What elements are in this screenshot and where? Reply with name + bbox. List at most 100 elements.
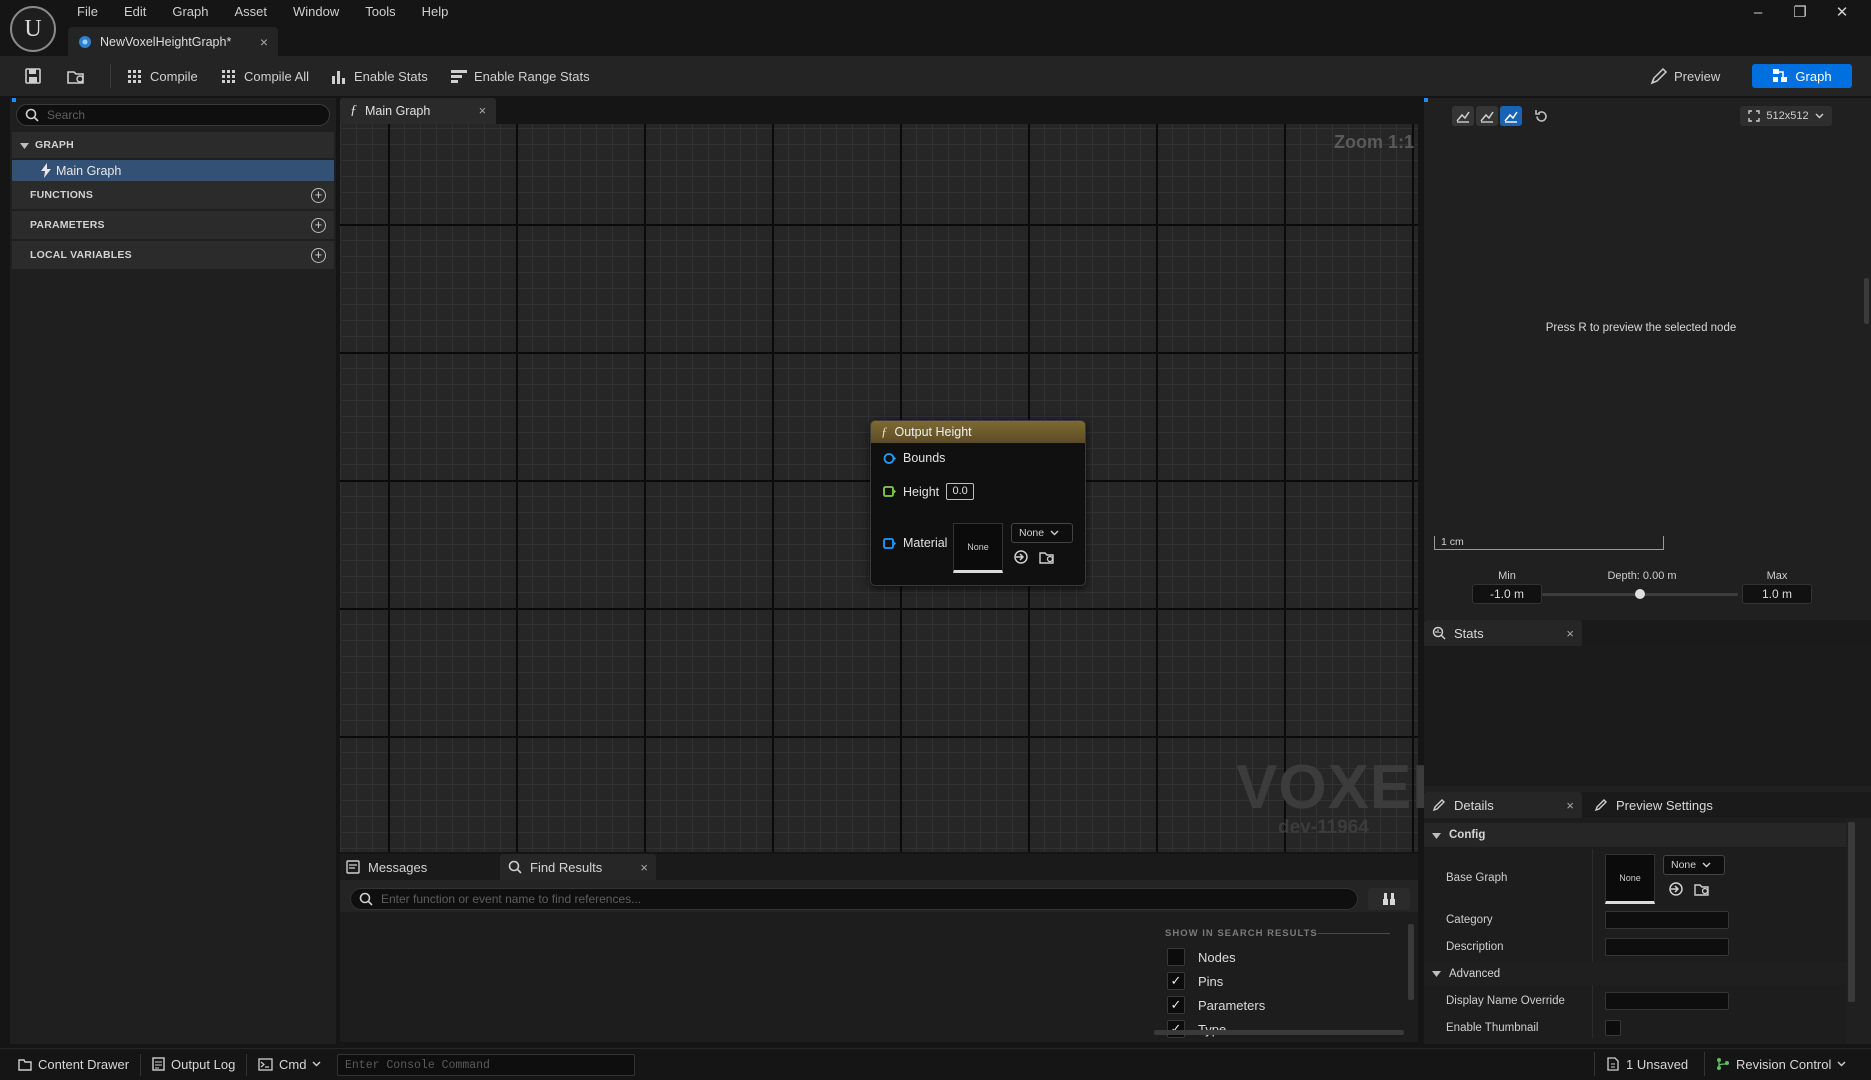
filter-parameters[interactable]: ✓ Parameters [1167, 996, 1265, 1014]
compile-button[interactable]: Compile [126, 56, 198, 96]
resolution-dropdown[interactable]: 512x512 [1740, 106, 1832, 126]
display-name-override-field[interactable] [1605, 992, 1729, 1010]
menu-edit[interactable]: Edit [111, 0, 159, 24]
graph-item-main-graph[interactable]: Main Graph [12, 160, 334, 181]
functions-section-header[interactable]: FUNCTIONS + [12, 181, 334, 209]
save-button[interactable] [24, 56, 42, 96]
members-search[interactable] [16, 104, 330, 126]
search-icon [508, 860, 522, 874]
depth-slider-handle[interactable] [1635, 589, 1645, 599]
reset-view-button[interactable] [1530, 106, 1552, 126]
menu-window[interactable]: Window [280, 0, 352, 24]
description-field[interactable] [1605, 938, 1729, 956]
menu-asset[interactable]: Asset [222, 0, 281, 24]
enable-range-stats-button[interactable]: Enable Range Stats [450, 56, 590, 96]
pin-bounds[interactable]: Bounds [883, 451, 945, 465]
menu-graph[interactable]: Graph [159, 0, 221, 24]
add-local-variable-icon[interactable]: + [311, 248, 326, 263]
close-tab-icon[interactable]: × [260, 34, 268, 50]
close-tab-icon[interactable]: × [479, 104, 486, 118]
add-parameter-icon[interactable]: + [311, 218, 326, 233]
material-thumbnail[interactable]: None [953, 523, 1003, 573]
graph-mode-button[interactable]: Graph [1752, 64, 1852, 88]
menu-tools[interactable]: Tools [352, 0, 408, 24]
graph-section-header[interactable]: GRAPH [12, 132, 334, 158]
console-command-field[interactable] [337, 1054, 635, 1076]
close-window-button[interactable]: ✕ [1822, 2, 1862, 24]
menu-help[interactable]: Help [409, 0, 462, 24]
document-tab[interactable]: NewVoxelHeightGraph* × [68, 27, 278, 56]
tab-details[interactable]: Details × [1424, 792, 1582, 818]
local-variables-section-header[interactable]: LOCAL VARIABLES + [12, 241, 334, 269]
height-pin-icon[interactable] [883, 485, 896, 498]
restore-button[interactable]: ❐ [1780, 2, 1820, 24]
type-checkbox[interactable]: ✓ [1167, 1020, 1185, 1038]
content-drawer-button[interactable]: Content Drawer [18, 1050, 129, 1078]
use-selected-icon[interactable] [1013, 549, 1029, 565]
parameters-section-header[interactable]: PARAMETERS + [12, 211, 334, 239]
find-in-all-button[interactable] [1368, 888, 1410, 910]
unsaved-button[interactable]: 1 Unsaved [1606, 1050, 1688, 1078]
node-header[interactable]: ƒ Output Height [871, 421, 1085, 443]
material-pin-icon[interactable] [883, 537, 896, 550]
output-log-button[interactable]: Output Log [152, 1050, 235, 1078]
status-divider [1704, 1052, 1705, 1076]
options-horizontal-scrollbar[interactable] [1154, 1030, 1404, 1035]
cmd-dropdown[interactable]: Cmd [258, 1050, 321, 1078]
window-scrollbar[interactable] [1864, 278, 1869, 324]
compile-all-button[interactable]: Compile All [220, 56, 309, 96]
members-search-input[interactable] [47, 108, 307, 122]
height-value-field[interactable]: 0.0 [946, 483, 974, 500]
filter-nodes[interactable]: Nodes [1167, 948, 1236, 966]
add-function-icon[interactable]: + [311, 188, 326, 203]
config-category[interactable]: Config [1424, 823, 1846, 847]
max-value-field[interactable]: 1.0 m [1742, 584, 1812, 604]
close-tab-icon[interactable]: × [1566, 626, 1574, 641]
parameters-checkbox[interactable]: ✓ [1167, 996, 1185, 1014]
base-graph-thumbnail[interactable]: None [1605, 854, 1655, 904]
tab-preview-settings[interactable]: Preview Settings [1586, 792, 1736, 818]
view-mode-button-1[interactable] [1452, 106, 1474, 126]
options-scrollbar[interactable] [1408, 924, 1414, 1000]
bounds-pin-icon[interactable] [883, 452, 896, 465]
status-divider [246, 1054, 247, 1076]
unreal-logo[interactable]: U [10, 6, 56, 52]
document-tab-label: NewVoxelHeightGraph* [100, 35, 231, 49]
enable-thumbnail-label: Enable Thumbnail [1446, 1022, 1539, 1034]
filter-type[interactable]: ✓ Type [1167, 1020, 1226, 1038]
browse-asset-button[interactable] [66, 56, 86, 96]
find-references-search[interactable] [350, 888, 1358, 910]
revision-control-button[interactable]: Revision Control [1716, 1050, 1846, 1078]
pin-material[interactable]: Material [883, 536, 947, 550]
find-references-input[interactable] [381, 892, 1331, 906]
base-graph-dropdown[interactable]: None [1663, 855, 1725, 875]
material-asset-dropdown[interactable]: None [1011, 523, 1073, 543]
use-selected-icon[interactable] [1668, 881, 1684, 897]
close-tab-icon[interactable]: × [640, 860, 648, 875]
tab-messages[interactable]: Messages [346, 854, 496, 880]
pins-checkbox[interactable]: ✓ [1167, 972, 1185, 990]
advanced-category[interactable]: Advanced [1424, 962, 1846, 985]
category-field[interactable] [1605, 911, 1729, 929]
enable-thumbnail-checkbox[interactable] [1605, 1020, 1621, 1036]
minimize-button[interactable]: – [1738, 2, 1778, 24]
view-mode-button-2[interactable] [1476, 106, 1498, 126]
browse-asset-icon[interactable] [1039, 549, 1055, 565]
details-scrollbar[interactable] [1848, 822, 1855, 1002]
min-value-field[interactable]: -1.0 m [1472, 584, 1542, 604]
filter-pins[interactable]: ✓ Pins [1167, 972, 1223, 990]
preview-button[interactable]: Preview [1650, 56, 1720, 96]
output-height-node[interactable]: ƒ Output Height Bounds Height 0.0 Materi… [870, 420, 1086, 586]
tab-find-results[interactable]: Find Results × [500, 854, 656, 880]
console-command-input[interactable] [338, 1055, 634, 1075]
view-mode-button-3[interactable] [1500, 106, 1522, 126]
enable-stats-button[interactable]: Enable Stats [330, 56, 428, 96]
browse-asset-icon[interactable] [1694, 881, 1710, 897]
details-panel [1424, 818, 1846, 1044]
close-tab-icon[interactable]: × [1566, 798, 1574, 813]
pin-height[interactable]: Height 0.0 [883, 483, 974, 500]
tab-main-graph[interactable]: ƒ Main Graph × [340, 98, 496, 124]
tab-stats[interactable]: Stats × [1424, 620, 1582, 646]
nodes-checkbox[interactable] [1167, 948, 1185, 966]
menu-file[interactable]: File [64, 0, 111, 24]
